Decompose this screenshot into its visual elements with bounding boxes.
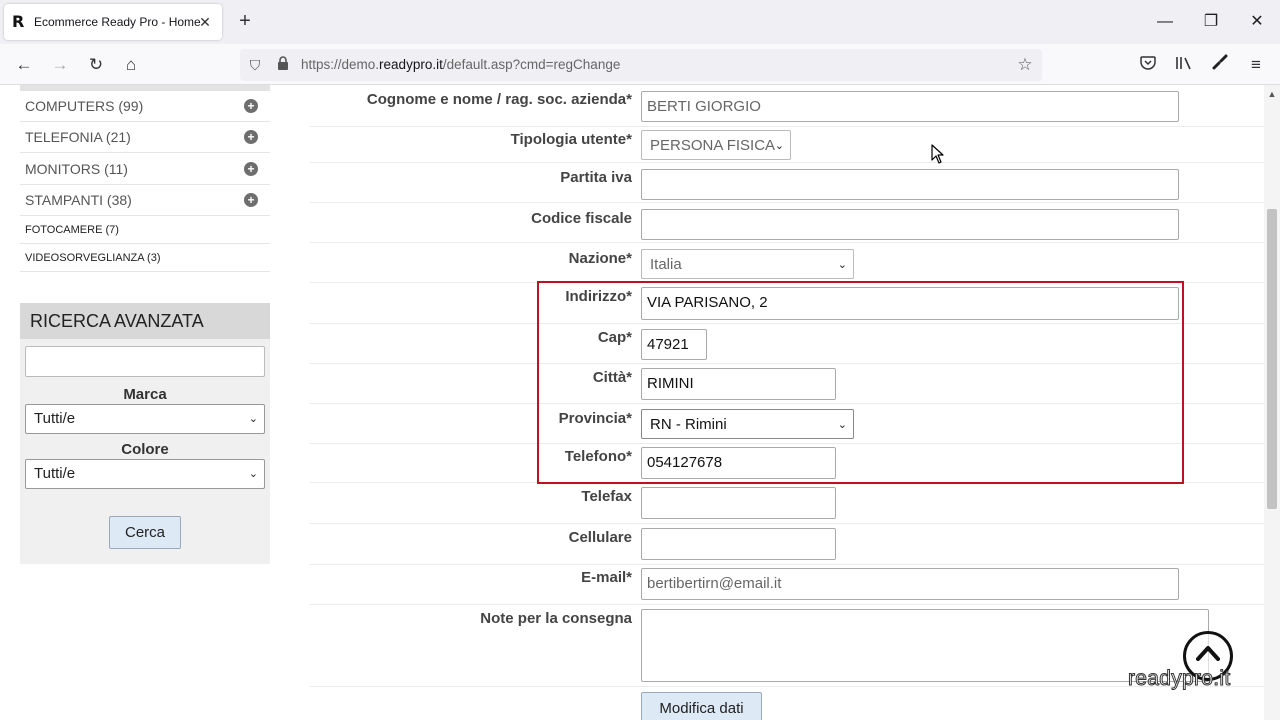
new-tab-button[interactable]: + — [234, 10, 256, 32]
cellulare-field[interactable] — [641, 528, 836, 560]
chevron-up-icon — [1196, 646, 1220, 661]
row-divider — [310, 686, 1264, 687]
home-icon[interactable]: ⌂ — [118, 52, 144, 78]
browser-tab[interactable]: R Ecommerce Ready Pro - Home ✕ — [4, 4, 222, 40]
expand-plus-icon[interactable]: + — [244, 99, 258, 113]
row-divider — [310, 126, 1264, 127]
nazione-selected-value: Italia — [650, 256, 682, 273]
email-label: E-mail* — [581, 569, 632, 586]
row-divider — [310, 242, 1264, 243]
search-keyword-input[interactable] — [25, 346, 265, 377]
expand-plus-icon[interactable]: + — [244, 193, 258, 207]
search-button[interactable]: Cerca — [109, 516, 181, 549]
chevron-down-icon: ⌄ — [248, 468, 258, 480]
tipologia-select[interactable]: PERSONA FISICA ⌄ — [641, 130, 791, 160]
telefax-label: Telefax — [581, 488, 632, 505]
nazione-select[interactable]: Italia ⌄ — [641, 249, 854, 279]
colore-label: Colore — [121, 441, 169, 458]
codice-fiscale-label: Codice fiscale — [531, 210, 632, 227]
category-item[interactable]: FOTOCAMERE (7) — [20, 216, 270, 244]
readypro-watermark: readypro.it — [1128, 667, 1231, 691]
partita-iva-field[interactable] — [641, 169, 1179, 200]
category-item[interactable]: VIDEOSORVEGLIANZA (3) — [20, 244, 270, 272]
chevron-down-icon: ⌄ — [248, 413, 258, 425]
back-icon[interactable]: ← — [11, 52, 37, 78]
category-label: FOTOCAMERE (7) — [25, 223, 119, 236]
nome-label: Cognome e nome / rag. soc. azienda* — [366, 91, 632, 108]
bookmark-star-icon[interactable]: ☆ — [1013, 53, 1037, 77]
colore-selected-value: Tutti/e — [34, 465, 76, 482]
browser-nav-bar: ← → ↻ ⌂ ⛉ https://demo.readypro.it/defau… — [0, 44, 1280, 85]
browser-tab-bar: R Ecommerce Ready Pro - Home ✕ + — ❐ ✕ — [0, 0, 1280, 44]
row-divider — [310, 604, 1264, 605]
row-divider — [310, 162, 1264, 163]
piva-label: Partita iva — [560, 169, 632, 186]
page-viewport: COMPUTERS (99) + TELEFONIA (21) + MONITO… — [0, 85, 1264, 720]
colore-select[interactable]: Tutti/e ⌄ — [25, 459, 265, 489]
forward-icon[interactable]: → — [47, 52, 73, 78]
marca-select[interactable]: Tutti/e ⌄ — [25, 404, 265, 434]
address-highlight-box — [537, 281, 1184, 484]
nazione-label: Nazione* — [568, 250, 632, 267]
page-scrollbar[interactable]: ▲ — [1264, 85, 1280, 720]
row-divider — [310, 202, 1264, 203]
tracking-shield-icon[interactable]: ⛉ — [243, 53, 267, 77]
close-window-button[interactable]: ✕ — [1245, 10, 1269, 34]
chevron-down-icon: ⌄ — [837, 259, 847, 271]
modifica-dati-button[interactable]: Modifica dati — [641, 692, 762, 720]
advanced-search-panel: RICERCA AVANZATA Marca Tutti/e ⌄ Colore … — [20, 303, 270, 564]
tab-title: Ecommerce Ready Pro - Home — [34, 15, 201, 29]
extensions-icon[interactable] — [1207, 52, 1233, 78]
lock-icon[interactable] — [271, 53, 295, 77]
category-label: TELEFONIA (21) — [25, 129, 131, 145]
expand-plus-icon[interactable]: + — [244, 162, 258, 176]
telefax-field[interactable] — [641, 487, 836, 519]
address-bar[interactable]: ⛉ https://demo.readypro.it/default.asp?c… — [240, 49, 1042, 81]
category-label: VIDEOSORVEGLIANZA (3) — [25, 251, 161, 264]
category-label: MONITORS (11) — [25, 161, 128, 177]
category-label: COMPUTERS (99) — [25, 98, 144, 114]
category-item[interactable]: STAMPANTI (38) + — [20, 185, 270, 216]
row-divider — [310, 564, 1264, 565]
row-divider — [310, 523, 1264, 524]
expand-plus-icon[interactable]: + — [244, 130, 258, 144]
menu-icon[interactable]: ≡ — [1243, 52, 1269, 78]
marca-label: Marca — [123, 386, 167, 403]
note-label: Note per la consegna — [480, 610, 632, 627]
nome-field[interactable]: BERTI GIORGIO — [641, 91, 1179, 122]
scroll-up-icon[interactable]: ▲ — [1264, 87, 1280, 101]
category-item[interactable]: TELEFONIA (21) + — [20, 122, 270, 153]
category-item[interactable]: COMPUTERS (99) + — [20, 91, 270, 122]
library-icon[interactable] — [1171, 52, 1197, 78]
close-tab-icon[interactable]: ✕ — [196, 13, 214, 31]
restore-window-button[interactable]: ❐ — [1199, 10, 1223, 34]
tipologia-selected-value: PERSONA FISICA — [650, 137, 776, 154]
email-field[interactable]: bertibertirn@email.it — [641, 568, 1179, 600]
chevron-down-icon: ⌄ — [774, 140, 784, 152]
reload-icon[interactable]: ↻ — [83, 52, 109, 78]
category-label: STAMPANTI (38) — [25, 192, 132, 208]
minimize-window-button[interactable]: — — [1153, 10, 1177, 34]
codice-fiscale-field[interactable] — [641, 209, 1179, 240]
mouse-cursor-icon — [931, 144, 944, 164]
pocket-icon[interactable] — [1135, 52, 1161, 78]
advanced-search-title: RICERCA AVANZATA — [20, 303, 270, 339]
tipologia-label: Tipologia utente* — [510, 131, 632, 148]
note-textarea[interactable] — [641, 609, 1209, 682]
url-text: https://demo.readypro.it/default.asp?cmd… — [301, 57, 621, 72]
marca-selected-value: Tutti/e — [34, 410, 76, 427]
cellulare-label: Cellulare — [568, 529, 632, 546]
site-favicon-icon: R — [12, 12, 25, 31]
category-item[interactable]: MONITORS (11) + — [20, 154, 270, 185]
scrollbar-thumb[interactable] — [1267, 209, 1277, 509]
